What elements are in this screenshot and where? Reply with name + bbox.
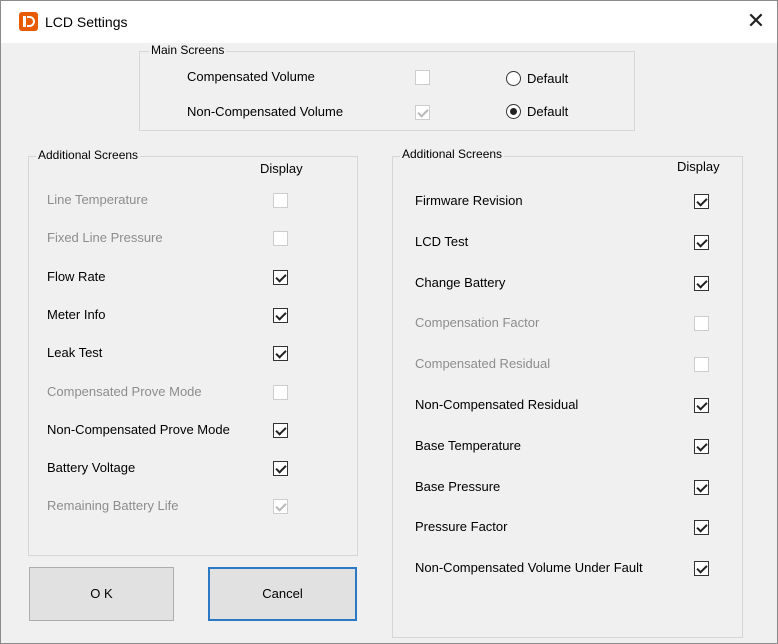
- lcd-settings-dialog: LCD Settings ✕ Main Screens Compensated …: [0, 0, 778, 644]
- display-checkbox-lcd-test[interactable]: [694, 234, 709, 250]
- item-label-change-battery: Change Battery: [415, 274, 506, 290]
- item-label-compensated-prove-mode: Compensated Prove Mode: [47, 383, 202, 399]
- main-row-label-non-compensated-volume: Non-Compensated Volume: [187, 104, 344, 119]
- item-label-lcd-test: LCD Test: [415, 233, 469, 249]
- display-checkbox-change-battery[interactable]: [694, 275, 709, 291]
- display-checkbox-non-compensated-prove-mode[interactable]: [273, 422, 288, 438]
- default-radio-label-compensated: Default: [527, 71, 569, 86]
- app-logo-icon: [19, 12, 38, 31]
- display-header-left: Display: [260, 161, 303, 176]
- title-bar: LCD Settings ✕: [1, 1, 777, 43]
- display-header-right: Display: [677, 159, 720, 174]
- main-screens-title: Main Screens: [149, 43, 227, 57]
- item-label-fixed-line-pressure: Fixed Line Pressure: [47, 230, 163, 246]
- ok-button[interactable]: O K: [29, 567, 174, 621]
- display-checkbox-leak-test[interactable]: [273, 346, 288, 362]
- display-checkbox-non-compensated-residual[interactable]: [694, 398, 709, 413]
- display-checkbox-meter-info[interactable]: [273, 307, 288, 323]
- cancel-button[interactable]: Cancel: [208, 567, 357, 621]
- display-checkbox-pressure-factor[interactable]: [694, 520, 709, 536]
- item-label-firmware-revision: Firmware Revision: [415, 193, 523, 208]
- display-checkbox-fixed-line-pressure[interactable]: [273, 231, 288, 247]
- item-label-meter-info: Meter Info: [47, 306, 106, 322]
- close-icon[interactable]: ✕: [743, 9, 769, 35]
- item-label-flow-rate: Flow Rate: [47, 268, 106, 284]
- main-row-label-compensated-volume: Compensated Volume: [187, 69, 315, 84]
- default-radio-compensated-volume[interactable]: [506, 71, 521, 86]
- window-title: LCD Settings: [45, 14, 128, 30]
- item-label-battery-voltage: Battery Voltage: [47, 460, 136, 476]
- display-checkbox-compensated-residual[interactable]: [694, 357, 709, 373]
- main-checkbox-non-compensated-volume[interactable]: [415, 105, 430, 120]
- default-radio-label-non-compensated: Default: [527, 104, 569, 119]
- display-checkbox-flow-rate[interactable]: [273, 269, 288, 285]
- main-checkbox-compensated-volume[interactable]: [415, 70, 430, 85]
- item-label-pressure-factor: Pressure Factor: [415, 519, 508, 535]
- item-label-compensation-factor: Compensation Factor: [415, 315, 540, 331]
- display-checkbox-line-temperature[interactable]: [273, 193, 288, 208]
- default-radio-non-compensated-volume[interactable]: [506, 104, 521, 119]
- display-checkbox-firmware-revision[interactable]: [694, 194, 709, 209]
- item-label-remaining-battery-life: Remaining Battery Life: [47, 498, 179, 514]
- item-label-leak-test: Leak Test: [47, 345, 103, 361]
- display-checkbox-compensated-prove-mode[interactable]: [273, 384, 288, 400]
- display-checkbox-compensation-factor[interactable]: [694, 316, 709, 332]
- item-label-non-compensated-prove-mode: Non-Compensated Prove Mode: [47, 421, 230, 437]
- item-label-base-pressure: Base Pressure: [415, 478, 501, 494]
- display-checkbox-base-pressure[interactable]: [694, 479, 709, 495]
- item-label-non-compensated-residual: Non-Compensated Residual: [415, 397, 579, 412]
- item-label-base-temperature: Base Temperature: [415, 437, 521, 453]
- item-label-line-temperature: Line Temperature: [47, 192, 148, 207]
- item-label-non-compensated-volume-under-fault: Non-Compensated Volume Under Fault: [415, 560, 643, 576]
- display-checkbox-battery-voltage[interactable]: [273, 461, 288, 477]
- item-label-compensated-residual: Compensated Residual: [415, 356, 551, 372]
- display-checkbox-base-temperature[interactable]: [694, 438, 709, 454]
- additional-screens-left-title: Additional Screens: [36, 148, 141, 162]
- display-checkbox-remaining-battery-life[interactable]: [273, 499, 288, 515]
- display-checkbox-non-compensated-volume-under-fault[interactable]: [694, 561, 709, 577]
- main-screens-group: [139, 51, 635, 131]
- additional-screens-right-title: Additional Screens: [400, 147, 505, 161]
